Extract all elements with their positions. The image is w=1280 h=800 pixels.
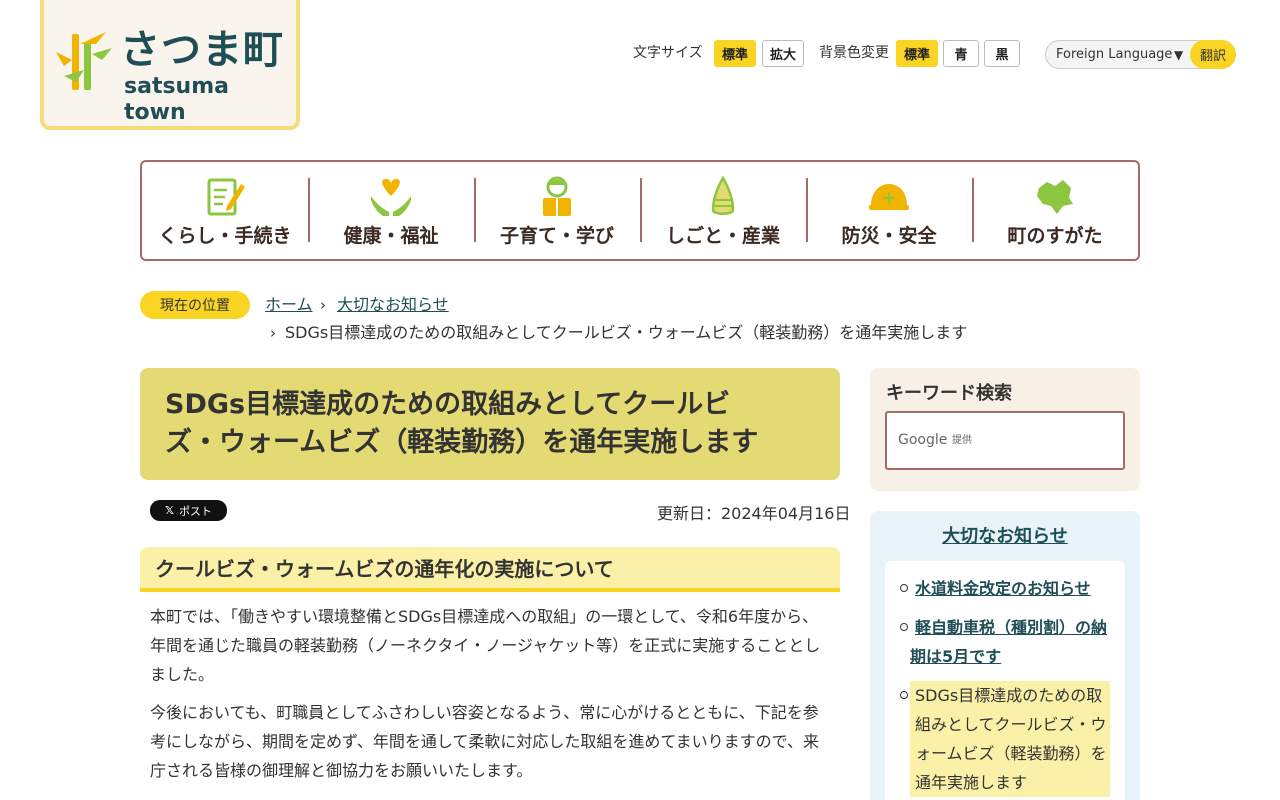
bamboo-logo-icon: [56, 32, 112, 90]
breadcrumb-category-link[interactable]: 大切なお知らせ: [337, 294, 449, 316]
body-paragraph: 今後においても、町職員としてふさわしい容姿となるよう、常に心がけるとともに、下記…: [150, 698, 830, 785]
page-title-line: ズ・ウォームビズ（軽装勤務）を通年実施します: [165, 427, 759, 458]
document-pen-icon: [207, 178, 245, 216]
gnav-item-work[interactable]: しごと・産業: [640, 162, 806, 259]
notices-title-link[interactable]: 大切なお知らせ: [870, 525, 1140, 549]
section-heading-box: クールビズ・ウォームビズの通年化の実施について: [140, 547, 840, 592]
chevron-right-icon: ›: [320, 296, 326, 314]
gnav-label: 町のすがた: [1007, 225, 1103, 247]
bullet-icon: [900, 691, 908, 699]
page-title: SDGs目標達成のための取組みとしてクールビ ズ・ウォームビズ（軽装勤務）を通年…: [165, 386, 805, 462]
gnav-item-childcare[interactable]: 子育て・学び: [474, 162, 640, 259]
search-input[interactable]: Google 提供: [885, 411, 1125, 470]
language-select[interactable]: Foreign Language ▼ 翻訳: [1045, 40, 1236, 69]
site-logo[interactable]: さつま町 satsuma town: [40, 0, 300, 130]
translate-button[interactable]: 翻訳: [1190, 40, 1236, 69]
logo-text-jp: さつま町: [120, 27, 284, 73]
gnav-item-town[interactable]: 町のすがた: [972, 162, 1138, 259]
paragraph-line: 考にしながら、期間を定めず、年間を通して柔軟に対応した取組を進めてまいりますので…: [150, 732, 819, 751]
google-brand-sub: 提供: [952, 435, 972, 446]
body-paragraph: 本町では、「働きやすい環境整備とSDGs目標達成への取組」の一環として、令和6年…: [150, 602, 830, 689]
gnav-item-safety[interactable]: 防災・安全: [806, 162, 972, 259]
paragraph-line: 年間を通じた職員の軽装勤務（ノーネクタイ・ノージャケット等）を正式に実施すること…: [150, 636, 821, 655]
notice-current-line: 通年実施します: [915, 773, 1028, 792]
gnav-label: くらし・手続き: [158, 225, 292, 247]
font-size-standard-button[interactable]: 標準: [714, 40, 756, 67]
paragraph-line: ました。: [150, 665, 215, 684]
bamboo-shoot-icon: [711, 176, 735, 215]
chevron-down-icon: ▼: [1174, 48, 1184, 62]
notice-link[interactable]: 軽自動車税（種別割）の納: [915, 613, 1107, 642]
keyword-search-box: キーワード検索 Google 提供: [870, 368, 1140, 491]
notice-current-line: 組みとしてクールビズ・ウ: [915, 715, 1107, 734]
global-nav: くらし・手続き 健康・福祉 子育て・学び しごと・産業 防災・安全 町のすがた: [140, 160, 1140, 261]
bg-standard-button[interactable]: 標準: [896, 40, 938, 67]
notices-list: 水道料金改定のお知らせ 軽自動車税（種別割）の納 期は5月です SDGs目標達成…: [885, 561, 1125, 800]
logo-text-en: satsuma town: [124, 74, 229, 125]
notice-current: SDGs目標達成のための取 組みとしてクールビズ・ウ ォームビズ（軽装勤務）を …: [910, 681, 1110, 797]
town-map-icon: [1037, 180, 1073, 214]
gnav-item-health[interactable]: 健康・福祉: [308, 162, 474, 259]
child-book-icon: [543, 176, 571, 216]
x-post-label: ポスト: [178, 504, 212, 518]
bg-color-label: 背景色変更: [819, 45, 889, 61]
font-size-label: 文字サイズ: [633, 45, 703, 61]
search-title: キーワード検索: [886, 383, 1012, 404]
paragraph-line: 庁される皆様の御理解と御協力をお願いいたします。: [150, 761, 533, 780]
heart-hands-icon: [371, 178, 411, 216]
language-select-value: Foreign Language: [1056, 47, 1173, 62]
bg-black-button[interactable]: 黒: [984, 40, 1020, 67]
notice-current-line: SDGs目標達成のための取: [915, 686, 1103, 705]
x-post-button[interactable]: 𝕏 ポスト: [150, 500, 227, 521]
helmet-icon: [869, 184, 909, 210]
gnav-label: 健康・福祉: [343, 225, 439, 247]
font-size-large-button[interactable]: 拡大: [762, 40, 804, 67]
google-brand: Google: [898, 432, 948, 448]
breadcrumb-current: SDGs目標達成のための取組みとしてクールビズ・ウォームビズ（軽装勤務）を通年実…: [285, 323, 968, 342]
bg-blue-button[interactable]: 青: [943, 40, 979, 67]
paragraph-line: 今後においても、町職員としてふさわしい容姿となるよう、常に心がけるとともに、下記…: [150, 703, 819, 722]
section-heading: クールビズ・ウォームビズの通年化の実施について: [155, 557, 614, 581]
gnav-label: しごと・産業: [665, 225, 780, 247]
updated-date: 更新日：2024年04月16日: [657, 504, 851, 523]
notice-link-continued[interactable]: 期は5月です: [910, 642, 1001, 671]
notice-current-line: ォームビズ（軽装勤務）を: [915, 744, 1107, 763]
bullet-icon: [900, 584, 908, 592]
page-title-box: SDGs目標達成のための取組みとしてクールビ ズ・ウォームビズ（軽装勤務）を通年…: [140, 368, 840, 480]
gnav-label: 防災・安全: [841, 225, 937, 247]
x-logo-icon: 𝕏: [165, 504, 174, 517]
bullet-icon: [900, 623, 908, 631]
page-title-line: SDGs目標達成のための取組みとしてクールビ: [165, 389, 731, 420]
notice-link[interactable]: 水道料金改定のお知らせ: [915, 574, 1091, 603]
gnav-item-living[interactable]: くらし・手続き: [142, 162, 308, 259]
paragraph-line: 本町では、「働きやすい環境整備とSDGs目標達成への取組」の一環として、令和6年…: [150, 607, 819, 626]
important-notices-box: 大切なお知らせ 水道料金改定のお知らせ 軽自動車税（種別割）の納 期は5月です …: [870, 511, 1140, 800]
gnav-label: 子育て・学び: [499, 225, 614, 247]
breadcrumb-badge: 現在の位置: [140, 291, 250, 319]
breadcrumb-home-link[interactable]: ホーム: [265, 294, 313, 316]
chevron-right-icon: ›: [270, 324, 276, 342]
